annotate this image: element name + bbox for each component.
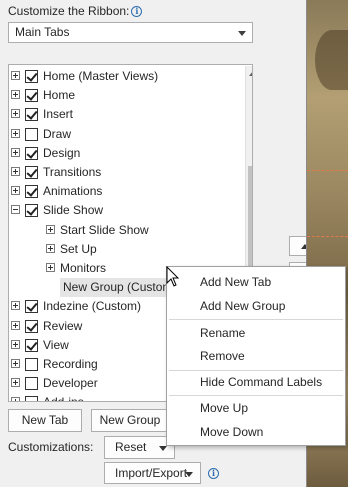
tree-item-label: Start Slide Show <box>60 222 149 237</box>
menu-item-remove[interactable]: Remove <box>167 345 345 368</box>
tree-item-label: Home (Master Views) <box>43 69 159 83</box>
tree-item[interactable]: Transitions <box>9 163 243 182</box>
checkbox-icon[interactable] <box>25 108 38 122</box>
new-tab-button-label: New Tab <box>21 413 69 427</box>
checkbox-icon[interactable] <box>25 185 38 199</box>
tree-item[interactable]: Design <box>9 144 243 163</box>
menu-item-add-new-group[interactable]: Add New Group <box>167 295 345 318</box>
checkbox-icon[interactable] <box>25 89 38 103</box>
tree-item[interactable]: Slide Show <box>9 201 243 220</box>
tree-item[interactable]: Animations <box>9 182 243 201</box>
menu-separator <box>169 319 343 320</box>
reset-button[interactable]: Reset <box>104 436 175 459</box>
tree-item[interactable]: Insert <box>9 105 243 124</box>
tree-item-label: Animations <box>43 184 103 199</box>
checkbox-icon[interactable] <box>25 358 38 371</box>
tree-item-label: Review <box>43 318 83 333</box>
checkbox-icon[interactable] <box>25 204 38 218</box>
checkbox-icon[interactable] <box>25 300 38 314</box>
tree-item-label: Recording <box>43 357 98 371</box>
menu-item-label: Add New Group <box>200 299 286 313</box>
chevron-down-icon <box>185 472 193 477</box>
menu-item-add-new-tab[interactable]: Add New Tab <box>167 271 345 294</box>
plus-box-icon[interactable] <box>11 90 20 100</box>
tree-item-label: Transitions <box>43 165 102 179</box>
menu-item-label: Hide Command Labels <box>200 375 323 389</box>
customize-ribbon-label: Customize the Ribbon: i <box>8 4 143 18</box>
customize-ribbon-text: Customize the Ribbon: <box>8 4 130 18</box>
plus-box-icon[interactable] <box>11 167 20 176</box>
ribbon-tabs-dropdown-value: Main Tabs <box>15 25 70 39</box>
chevron-down-icon <box>159 446 167 451</box>
tree-item[interactable]: Start Slide Show <box>9 221 243 240</box>
plus-box-icon[interactable] <box>46 243 55 253</box>
tree-item-label: Developer <box>43 376 98 391</box>
context-menu: Add New Tab Add New Group Rename Remove … <box>166 266 346 446</box>
tree-item[interactable]: Draw <box>9 125 243 144</box>
plus-box-icon[interactable] <box>11 397 20 401</box>
plus-box-icon[interactable] <box>11 128 20 138</box>
checkbox-icon[interactable] <box>25 377 38 391</box>
import-export-button[interactable]: Import/Export <box>104 462 201 484</box>
menu-item-label: Move Down <box>200 425 264 439</box>
plus-box-icon[interactable] <box>11 71 20 80</box>
checkbox-icon[interactable] <box>25 319 38 333</box>
tree-item-label: Slide Show <box>43 203 104 218</box>
tree-item[interactable]: Set Up <box>9 240 243 259</box>
menu-separator <box>169 395 343 396</box>
plus-box-icon[interactable] <box>11 339 20 349</box>
plus-box-icon[interactable] <box>11 359 20 368</box>
tree-item-label: Monitors <box>60 261 107 275</box>
plus-box-icon[interactable] <box>11 320 20 330</box>
menu-item-hide-command-labels[interactable]: Hide Command Labels <box>167 371 345 394</box>
tree-item-label: New Group (Custom) <box>60 278 180 298</box>
menu-item-label: Remove <box>200 349 245 363</box>
tree-item-label: Draw <box>43 126 72 141</box>
minus-box-icon[interactable] <box>11 205 20 215</box>
menu-item-label: Move Up <box>200 401 249 415</box>
new-group-button-label: New Group <box>99 413 161 427</box>
plus-box-icon[interactable] <box>11 109 20 119</box>
checkbox-icon[interactable] <box>25 127 38 141</box>
scroll-up-arrow-icon[interactable] <box>246 66 252 81</box>
tree-item[interactable]: Home (Master Views) <box>9 67 243 86</box>
plus-box-icon[interactable] <box>46 263 55 272</box>
checkbox-icon[interactable] <box>25 70 38 83</box>
ribbon-tabs-dropdown[interactable]: Main Tabs <box>8 22 253 43</box>
mouse-pointer-icon <box>166 266 180 287</box>
tree-item-label: Home <box>43 88 76 103</box>
menu-item-move-up[interactable]: Move Up <box>167 397 345 420</box>
plus-box-icon[interactable] <box>11 301 20 311</box>
menu-item-rename[interactable]: Rename <box>167 322 345 345</box>
checkbox-icon[interactable] <box>25 166 38 179</box>
checkbox-icon[interactable] <box>25 396 38 401</box>
checkbox-icon[interactable] <box>25 146 38 160</box>
checkbox-icon[interactable] <box>25 338 38 352</box>
menu-item-move-down[interactable]: Move Down <box>167 421 345 444</box>
tree-item[interactable]: Home <box>9 86 243 105</box>
customizations-label: Customizations: <box>8 440 94 454</box>
tree-item-label: Add-ins <box>43 393 84 401</box>
reset-button-label: Reset <box>115 440 147 454</box>
new-group-button[interactable]: New Group <box>91 409 169 432</box>
menu-item-label: Rename <box>200 326 246 340</box>
plus-box-icon[interactable] <box>11 378 20 388</box>
new-tab-button[interactable]: New Tab <box>8 409 82 432</box>
plus-box-icon[interactable] <box>11 186 20 196</box>
plus-box-icon[interactable] <box>11 147 20 157</box>
plus-box-icon[interactable] <box>46 224 55 234</box>
import-export-button-label: Import/Export <box>115 466 188 480</box>
tree-item-label: Set Up <box>60 241 97 256</box>
chevron-down-icon <box>238 31 246 36</box>
tree-item-label: View <box>43 337 69 352</box>
info-icon[interactable]: i <box>131 6 143 17</box>
info-icon[interactable]: i <box>208 468 219 479</box>
menu-item-label: Add New Tab <box>200 275 272 289</box>
tree-item-label: Design <box>43 145 81 160</box>
tree-item-label: Insert <box>43 107 74 122</box>
tree-item-label: Indezine (Custom) <box>43 299 142 314</box>
